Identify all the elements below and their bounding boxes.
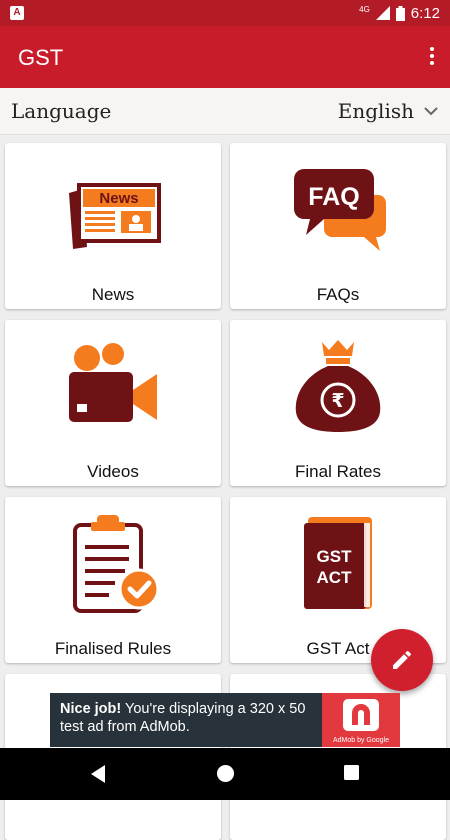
tile-final-rates[interactable]: ₹ Final Rates (230, 320, 446, 486)
signal-icon (375, 6, 390, 20)
tile-news-label: News (91, 285, 135, 304)
app-bar: GST (0, 26, 450, 88)
tile-videos-label: Videos (87, 462, 139, 481)
home-icon[interactable] (216, 764, 235, 783)
system-nav-bar (0, 748, 450, 800)
book-icon: GST ACT (304, 517, 372, 609)
admob-badge: AdMob by Google (322, 693, 400, 747)
status-time: 6:12 (410, 4, 440, 22)
more-vert-icon[interactable] (428, 44, 436, 70)
ad-attribution: AdMob by Google (332, 737, 390, 744)
tile-videos[interactable]: Videos (5, 320, 221, 486)
back-icon[interactable] (89, 764, 107, 784)
book-icon-text-gst: GST (317, 547, 353, 566)
clipboard-check-icon (73, 515, 160, 613)
rupee-symbol: ₹ (331, 390, 344, 412)
tile-final-rates-label: Final Rates (295, 462, 381, 481)
chevron-down-icon (424, 107, 438, 116)
language-label: Language (11, 99, 112, 123)
edit-fab-button[interactable] (371, 629, 433, 691)
recents-icon[interactable] (343, 764, 360, 781)
tile-finalised-rules-label: Finalised Rules (54, 639, 172, 658)
status-bar: A 4G 6:12 (0, 0, 450, 26)
faq-chat-icon: FAQ (294, 169, 386, 251)
app-notification-icon: A (10, 6, 24, 20)
language-bar: Language English (0, 88, 450, 135)
ad-headline: Nice job! (60, 701, 122, 717)
pencil-icon (393, 650, 412, 669)
language-selected-value: English (337, 99, 414, 123)
tile-faqs[interactable]: FAQ FAQs (230, 143, 446, 309)
language-dropdown[interactable]: English (338, 97, 438, 125)
ad-text: Nice job! You're displaying a 320 x 50 t… (60, 700, 316, 736)
tile-news[interactable]: News News (5, 143, 221, 309)
network-type: 4G (359, 4, 370, 14)
newspaper-icon-text: News (99, 190, 138, 207)
app-title: GST (18, 45, 64, 70)
tile-faqs-label: FAQs (316, 285, 360, 304)
book-icon-text-act: ACT (317, 568, 353, 587)
newspaper-icon: News (69, 183, 161, 249)
admob-logo-icon (343, 699, 379, 731)
admob-test-ad-banner[interactable]: Nice job! You're displaying a 320 x 50 t… (50, 693, 400, 747)
tile-finalised-rules[interactable]: Finalised Rules (5, 497, 221, 663)
battery-icon (395, 5, 405, 21)
video-camera-icon (69, 343, 157, 422)
rupee-bag-icon: ₹ (295, 340, 381, 432)
faq-icon-text: FAQ (308, 183, 359, 211)
